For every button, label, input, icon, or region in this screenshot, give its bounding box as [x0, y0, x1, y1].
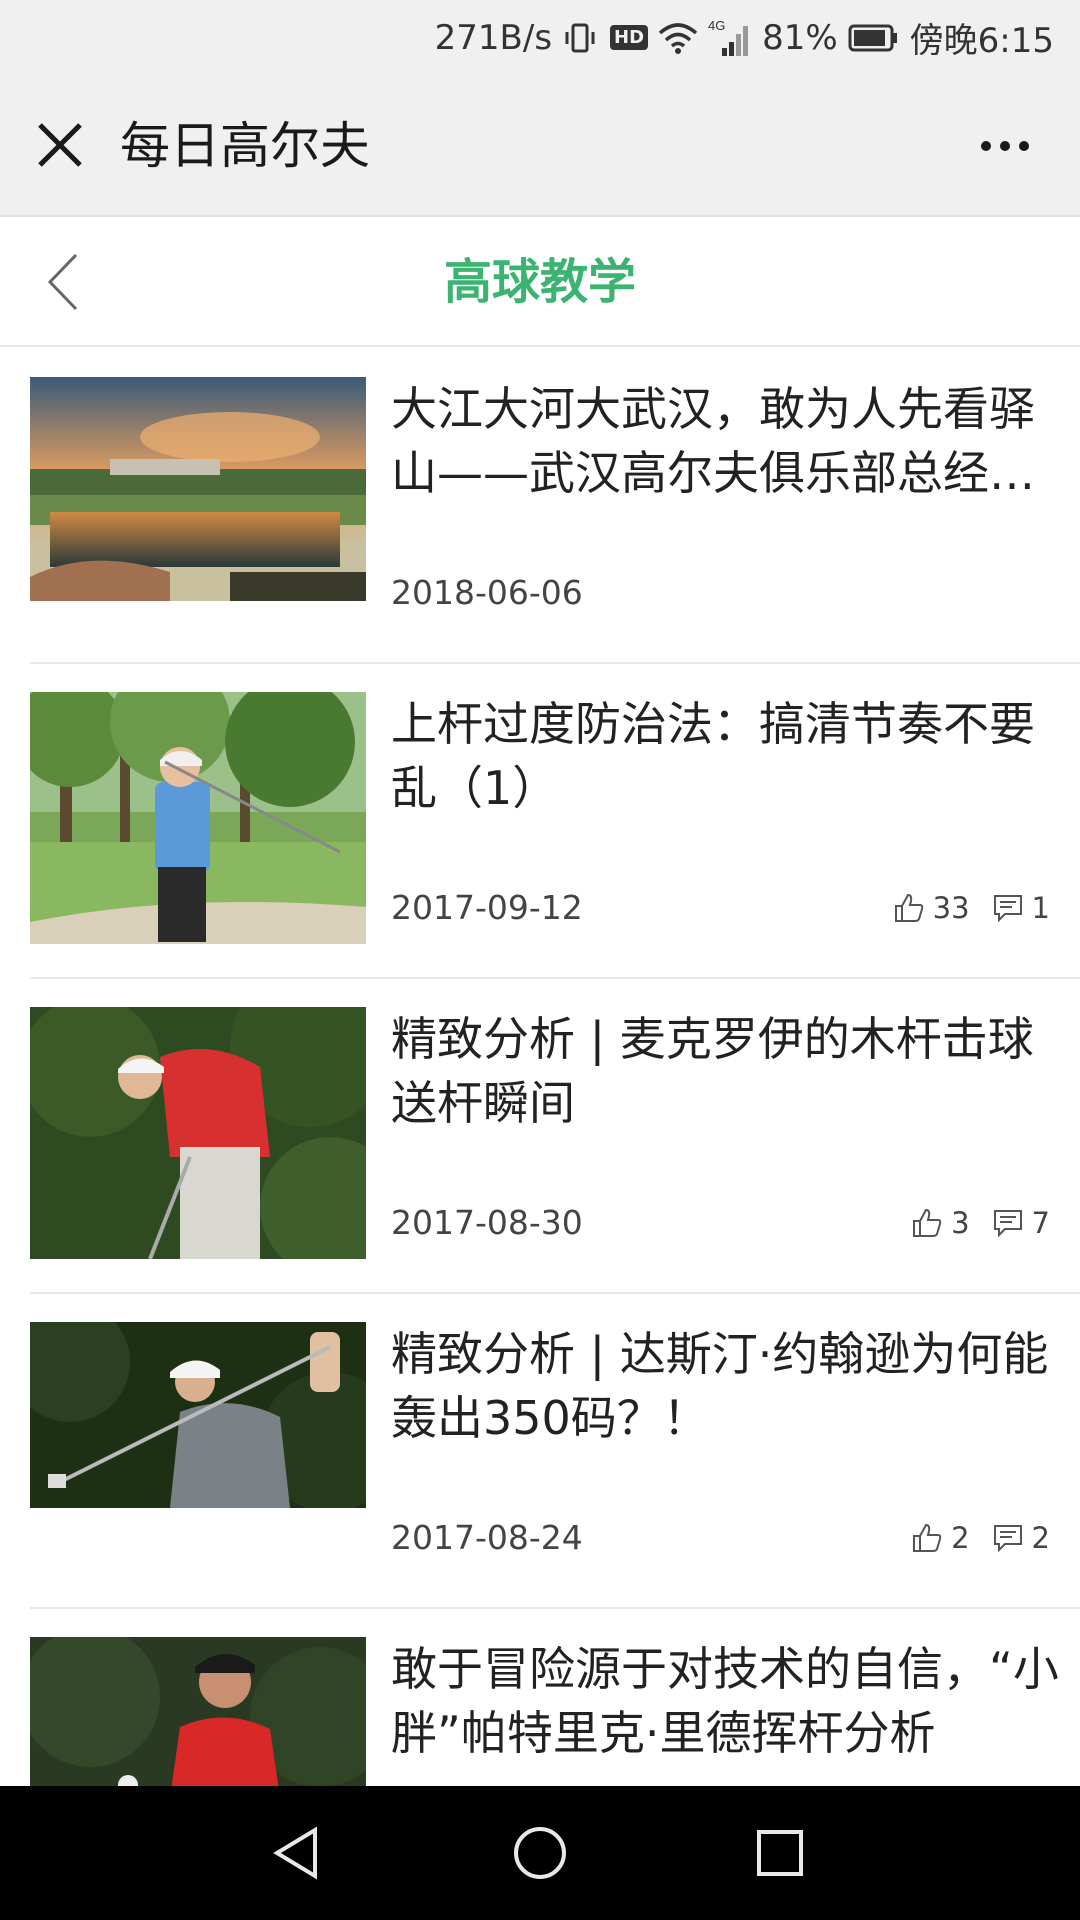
close-icon	[38, 123, 82, 167]
article-date: 2018-06-06	[391, 573, 583, 612]
article-item[interactable]: 精致分析 | 达斯汀·约翰逊为何能轰出350码？！ 2017-08-24 2 2	[30, 1294, 1080, 1609]
like-count: 2	[951, 1521, 970, 1555]
page-title: 高球教学	[443, 254, 636, 310]
more-button[interactable]	[960, 111, 1050, 181]
close-button[interactable]	[30, 115, 90, 175]
clock: 傍晚6:15	[909, 21, 1054, 61]
article-title[interactable]: 精致分析 | 达斯汀·约翰逊为何能轰出350码？！	[391, 1322, 1071, 1450]
comment-icon	[993, 1525, 1022, 1553]
article-thumbnail	[30, 377, 366, 601]
system-nav-bar	[0, 1786, 1080, 1920]
article-date: 2017-09-12	[391, 888, 583, 927]
app-header: 每日高尔夫	[0, 75, 1080, 217]
article-date: 2017-08-30	[391, 1203, 583, 1242]
article-stats: 3 7	[911, 1201, 1050, 1245]
article-list[interactable]: 大江大河大武汉，敢为人先看驿山——武汉高尔夫俱乐部总经理… 2018-06-06	[0, 349, 1080, 1786]
article-thumbnail	[30, 1322, 366, 1508]
article-date: 2017-08-24	[391, 1518, 583, 1557]
article-item[interactable]: 精致分析 | 麦克罗伊的木杆击球送杆瞬间 2017-08-30 3 7	[30, 979, 1080, 1294]
wifi-icon	[658, 21, 698, 55]
like-count: 3	[951, 1206, 970, 1240]
thumbs-up-icon	[913, 1208, 942, 1237]
thumbs-up-icon	[894, 893, 923, 922]
article-stats: 2 2	[911, 1516, 1050, 1560]
hd-badge: HD	[610, 25, 649, 50]
network-speed: 271B/s	[434, 17, 553, 58]
comment-icon	[993, 895, 1022, 923]
triangle-back-icon	[273, 1826, 317, 1880]
article-stats: 33 1	[893, 886, 1050, 930]
signal-icon: 4G	[708, 18, 752, 58]
more-icon	[981, 141, 1029, 151]
comment-count: 2	[1031, 1521, 1050, 1555]
article-item[interactable]: 大江大河大武汉，敢为人先看驿山——武汉高尔夫俱乐部总经理… 2018-06-06	[30, 349, 1080, 664]
sub-header: 高球教学	[0, 217, 1080, 347]
nav-back-button[interactable]	[265, 1818, 335, 1888]
article-item[interactable]: 敢于冒险源于对技术的自信，“小胖”帕特里克·里德挥杆分析	[30, 1609, 1080, 1786]
battery-percent: 81%	[762, 17, 838, 58]
thumbs-up-icon	[913, 1523, 942, 1552]
square-recents-icon	[757, 1830, 803, 1876]
article-thumbnail	[30, 692, 366, 944]
status-bar: 271B/s HD 4G 81% 傍晚6:15	[0, 0, 1080, 75]
article-item[interactable]: 上杆过度防治法：搞清节奏不要乱（1） 2017-09-12 33 1	[30, 664, 1080, 979]
nav-home-button[interactable]	[505, 1818, 575, 1888]
comment-icon	[993, 1210, 1022, 1238]
article-title[interactable]: 大江大河大武汉，敢为人先看驿山——武汉高尔夫俱乐部总经理…	[391, 377, 1071, 505]
battery-icon	[848, 23, 900, 53]
article-title[interactable]: 敢于冒险源于对技术的自信，“小胖”帕特里克·里德挥杆分析	[391, 1637, 1071, 1765]
comment-count: 1	[1031, 891, 1050, 925]
article-thumbnail	[30, 1637, 366, 1786]
article-title[interactable]: 精致分析 | 麦克罗伊的木杆击球送杆瞬间	[391, 1007, 1071, 1135]
circle-home-icon	[514, 1827, 566, 1879]
nav-recents-button[interactable]	[745, 1818, 815, 1888]
app-title: 每日高尔夫	[120, 117, 370, 175]
network-type: 4G	[708, 18, 725, 33]
vibrate-icon	[562, 20, 598, 56]
like-count: 33	[932, 891, 970, 925]
article-title[interactable]: 上杆过度防治法：搞清节奏不要乱（1）	[391, 692, 1071, 820]
article-thumbnail	[30, 1007, 366, 1259]
comment-count: 7	[1031, 1206, 1050, 1240]
